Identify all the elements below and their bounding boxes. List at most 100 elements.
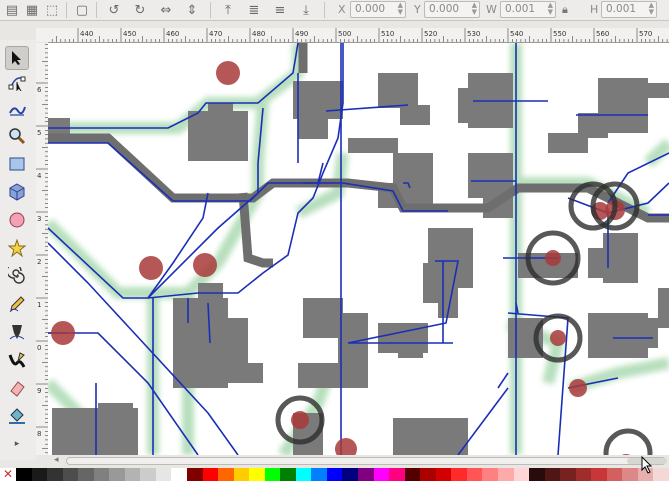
- tweak-tool[interactable]: [5, 96, 29, 120]
- color-swatch[interactable]: [264, 468, 281, 481]
- horizontal-ruler[interactable]: 440 450 460 470 480 490 500 510 520 530 540 550 560 5…: [48, 28, 669, 43]
- y-field[interactable]: ▲▼: [424, 1, 480, 18]
- no-paint-icon[interactable]: ✕: [0, 468, 16, 481]
- pencil-tool[interactable]: [5, 292, 29, 316]
- ruler-label: 490: [295, 30, 308, 38]
- color-swatch[interactable]: [497, 468, 514, 481]
- w-spin-icon[interactable]: ▲ ▼: [548, 2, 553, 16]
- color-swatch[interactable]: [435, 468, 452, 481]
- node-tool[interactable]: [5, 70, 29, 94]
- color-swatch[interactable]: [326, 468, 343, 481]
- color-swatch[interactable]: [451, 468, 467, 481]
- color-swatch[interactable]: [233, 468, 250, 481]
- scroll-left-icon[interactable]: ◂: [54, 455, 59, 465]
- scroll-track[interactable]: [66, 457, 667, 465]
- color-swatch[interactable]: [560, 468, 576, 481]
- color-swatch[interactable]: [606, 468, 623, 481]
- color-swatch[interactable]: [140, 468, 156, 481]
- lower-to-bottom-icon[interactable]: ⤓: [298, 2, 314, 18]
- color-swatch[interactable]: [202, 468, 219, 481]
- rectangle-tool[interactable]: [5, 152, 29, 176]
- color-swatch[interactable]: [16, 468, 32, 481]
- y-spin-icon[interactable]: ▲ ▼: [472, 2, 477, 16]
- color-swatch[interactable]: [280, 468, 296, 481]
- zoom-tool[interactable]: [5, 124, 29, 148]
- ruler-label: 6: [37, 86, 42, 94]
- rotate-ccw-icon[interactable]: ↺: [106, 2, 122, 18]
- w-input[interactable]: [505, 3, 551, 15]
- ruler-label: 450: [123, 30, 136, 38]
- raise-to-top-icon[interactable]: ⤒: [220, 2, 236, 18]
- color-swatch[interactable]: [78, 468, 94, 481]
- color-swatch[interactable]: [591, 468, 607, 481]
- select-all-icon[interactable]: ▤: [4, 2, 20, 18]
- ellipse-tool[interactable]: [5, 208, 29, 232]
- color-swatch[interactable]: [373, 468, 390, 481]
- flip-vertical-icon[interactable]: ⇕: [184, 2, 200, 18]
- y-input[interactable]: [429, 3, 475, 15]
- x-input[interactable]: [355, 3, 401, 15]
- color-swatch[interactable]: [653, 468, 669, 481]
- 3d-box-tool[interactable]: [5, 180, 29, 204]
- calligraphy-tool[interactable]: [5, 348, 29, 372]
- color-swatch[interactable]: [31, 468, 48, 481]
- x-spin-icon[interactable]: ▲ ▼: [398, 2, 403, 16]
- drawing-canvas[interactable]: [48, 43, 669, 455]
- color-swatch[interactable]: [218, 468, 234, 481]
- color-swatch[interactable]: [342, 468, 359, 481]
- color-swatch[interactable]: [513, 468, 530, 481]
- tweak-icon: [9, 106, 26, 116]
- w-field[interactable]: ▲▼: [500, 1, 556, 18]
- toolbox: ▸: [0, 40, 36, 460]
- color-swatch[interactable]: [575, 468, 592, 481]
- color-swatch[interactable]: [109, 468, 125, 481]
- pencil-icon: [9, 296, 25, 313]
- x-field[interactable]: ▲▼: [350, 1, 406, 18]
- ruler-label: 550: [553, 30, 566, 38]
- color-swatch[interactable]: [47, 468, 63, 481]
- more-tools-icon[interactable]: ▸: [5, 432, 29, 456]
- color-swatch[interactable]: [124, 468, 141, 481]
- ruler-label: 8: [37, 430, 41, 438]
- color-swatch[interactable]: [93, 468, 110, 481]
- pen-icon: [9, 325, 25, 340]
- selector-tool[interactable]: [5, 46, 29, 70]
- lower-icon[interactable]: ≡: [272, 2, 288, 18]
- eraser-tool[interactable]: [5, 376, 29, 400]
- paint-bucket-tool[interactable]: [5, 404, 29, 428]
- select-all-layers-icon[interactable]: ▦: [24, 2, 40, 18]
- color-swatch[interactable]: [311, 468, 327, 481]
- deselect-icon[interactable]: ⬚: [44, 2, 60, 18]
- color-swatch[interactable]: [155, 468, 172, 481]
- color-swatch[interactable]: [358, 468, 374, 481]
- lock-icon[interactable]: 🔒︎: [562, 3, 568, 17]
- color-swatch[interactable]: [389, 468, 405, 481]
- color-swatch[interactable]: [249, 468, 265, 481]
- horizontal-scrollbar[interactable]: ◂: [48, 455, 669, 467]
- color-swatch[interactable]: [404, 468, 421, 481]
- rotate-cw-icon[interactable]: ↻: [132, 2, 148, 18]
- pen-tool[interactable]: [5, 320, 29, 344]
- color-swatch[interactable]: [482, 468, 498, 481]
- color-swatch[interactable]: [466, 468, 483, 481]
- spiral-tool[interactable]: [5, 264, 29, 288]
- color-swatch[interactable]: [171, 468, 188, 481]
- ruler-label: 480: [252, 30, 265, 38]
- color-swatch[interactable]: [62, 468, 79, 481]
- deselect-alt-icon[interactable]: ▢: [74, 2, 90, 18]
- ruler-label: 520: [424, 30, 437, 38]
- calligraphy-icon: [8, 352, 26, 368]
- color-swatch[interactable]: [295, 468, 312, 481]
- color-swatch[interactable]: [187, 468, 203, 481]
- star-tool[interactable]: [5, 236, 29, 260]
- h-input[interactable]: [606, 3, 652, 15]
- color-swatch[interactable]: [420, 468, 436, 481]
- color-swatch[interactable]: [529, 468, 545, 481]
- h-spin-icon[interactable]: ▲ ▼: [649, 2, 654, 16]
- flip-horizontal-icon[interactable]: ⇔: [158, 2, 174, 18]
- raise-icon[interactable]: ≣: [246, 2, 262, 18]
- color-swatch[interactable]: [544, 468, 561, 481]
- h-field[interactable]: ▲▼: [601, 1, 657, 18]
- color-swatch[interactable]: [622, 468, 638, 481]
- spiral-icon: [8, 267, 25, 284]
